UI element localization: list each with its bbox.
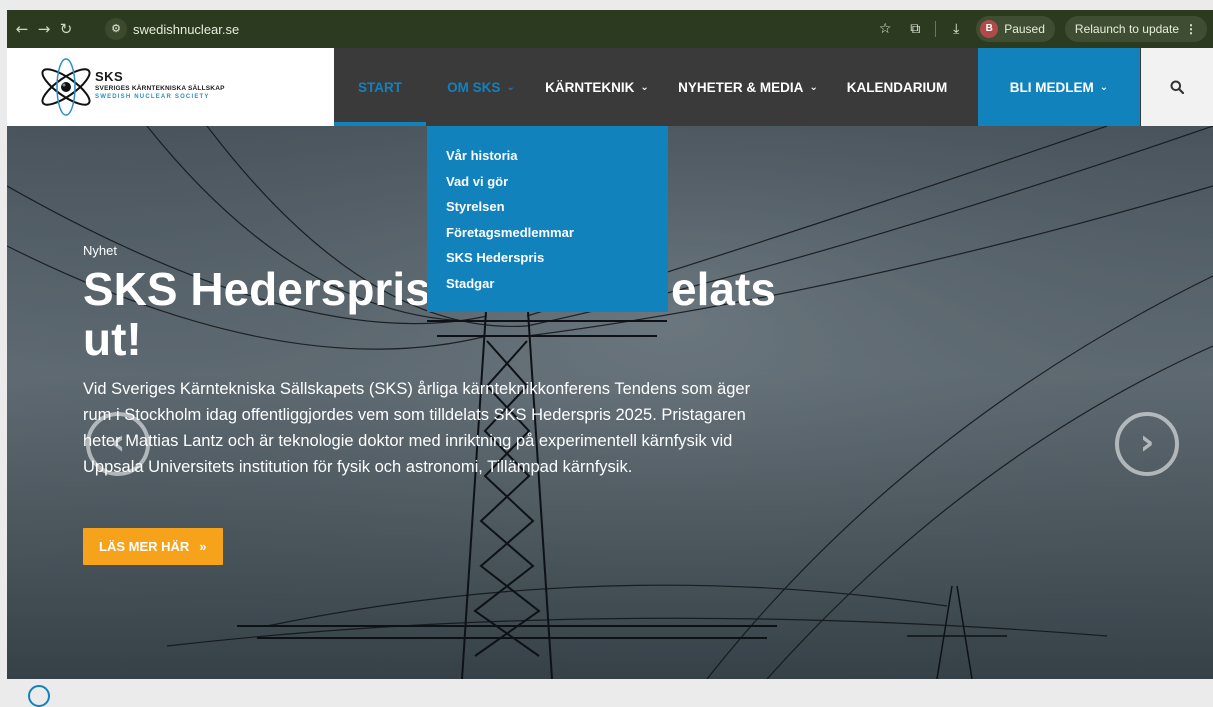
search-icon [1170, 80, 1184, 94]
profile-status: Paused [1004, 22, 1045, 36]
dropdown-item-foretagsmedlemmar[interactable]: Företagsmedlemmar [427, 223, 668, 249]
slider-prev-button[interactable]: ‹ [86, 412, 150, 476]
star-icon[interactable]: ☆ [875, 21, 895, 37]
atom-logo-icon [41, 58, 91, 116]
profile-button[interactable]: B Paused [976, 16, 1055, 42]
om-sks-dropdown: Vår historia Vad vi gör Styrelsen Företa… [427, 126, 668, 312]
dropdown-item-sks-hederspris[interactable]: SKS Hederspris [427, 248, 668, 274]
nav-item-label: START [358, 79, 402, 95]
nav-item-start[interactable]: START [334, 48, 426, 126]
chevron-down-icon: ⌄ [809, 81, 818, 93]
relaunch-button[interactable]: Relaunch to update ⋮ [1064, 16, 1207, 42]
url-text[interactable]: swedishnuclear.se [133, 22, 239, 37]
hero-body: Vid Sveriges Kärntekniska Sällskapets (S… [83, 380, 751, 476]
chevron-down-icon: ⌄ [506, 81, 515, 93]
nav-item-label: OM SKS [447, 79, 501, 95]
circle-icon [28, 685, 50, 707]
logo-tagline: SWEDISH NUCLEAR SOCIETY [95, 94, 210, 100]
search-button[interactable] [1141, 48, 1213, 126]
relaunch-label: Relaunch to update [1074, 22, 1179, 36]
nav-item-label: NYHETER & MEDIA [678, 79, 804, 95]
address-bar[interactable]: ⚙ swedishnuclear.se [105, 16, 239, 42]
chevron-down-icon: ⌄ [1099, 81, 1109, 93]
nav-item-label: KÄRNTEKNIK [545, 79, 635, 95]
download-icon[interactable]: ⤓ [946, 21, 966, 37]
nav-item-bli-medlem[interactable]: BLI MEDLEM ⌄ [978, 48, 1140, 126]
forward-icon[interactable]: → [33, 18, 55, 40]
extensions-icon[interactable]: ⧉ [905, 21, 925, 37]
page-section-strip [0, 679, 1213, 707]
nav-item-label: BLI MEDLEM [1009, 79, 1094, 95]
nav-item-karnteknik[interactable]: KÄRNTEKNIK ⌄ [536, 48, 658, 126]
site-header: SKS SVERIGES KÄRNTEKNISKA SÄLLSKAP SWEDI… [7, 48, 1213, 126]
read-more-label: LÄS MER HÄR [99, 539, 190, 554]
dropdown-item-stadgar[interactable]: Stadgar [427, 274, 668, 300]
site-info-icon[interactable]: ⚙ [105, 18, 127, 40]
menu-icon[interactable]: ⋮ [1185, 16, 1197, 42]
chevron-left-icon: ‹ [110, 422, 126, 463]
logo-subtitle: SVERIGES KÄRNTEKNISKA SÄLLSKAP [95, 85, 225, 92]
site-logo[interactable]: SKS SVERIGES KÄRNTEKNISKA SÄLLSKAP SWEDI… [7, 48, 334, 126]
nav-item-om-sks[interactable]: OM SKS ⌄ [434, 48, 528, 126]
chevron-down-icon: ⌄ [640, 81, 649, 93]
browser-toolbar: ← → ↻ ⚙ swedishnuclear.se ☆ ⧉ ⤓ B Paused… [7, 10, 1213, 48]
toolbar-divider [935, 21, 937, 37]
nav-item-kalendarium[interactable]: KALENDARIUM [839, 48, 955, 126]
nav-item-label: KALENDARIUM [846, 79, 948, 95]
dropdown-item-styrelsen[interactable]: Styrelsen [427, 197, 668, 223]
hero-tag: Nyhet [83, 243, 117, 258]
reload-icon[interactable]: ↻ [55, 18, 77, 40]
dropdown-item-var-historia[interactable]: Vår historia [427, 146, 668, 172]
avatar: B [980, 20, 999, 38]
dropdown-item-vad-vi-gor[interactable]: Vad vi gör [427, 172, 668, 198]
logo-title: SKS [95, 69, 124, 84]
chevron-right-icon: › [1139, 422, 1155, 463]
nav-item-nyheter[interactable]: NYHETER & MEDIA ⌄ [672, 48, 824, 126]
double-chevron-right-icon: » [199, 539, 207, 554]
read-more-button[interactable]: LÄS MER HÄR » [83, 528, 223, 565]
back-icon[interactable]: ← [11, 18, 33, 40]
slider-next-button[interactable]: › [1115, 412, 1179, 476]
